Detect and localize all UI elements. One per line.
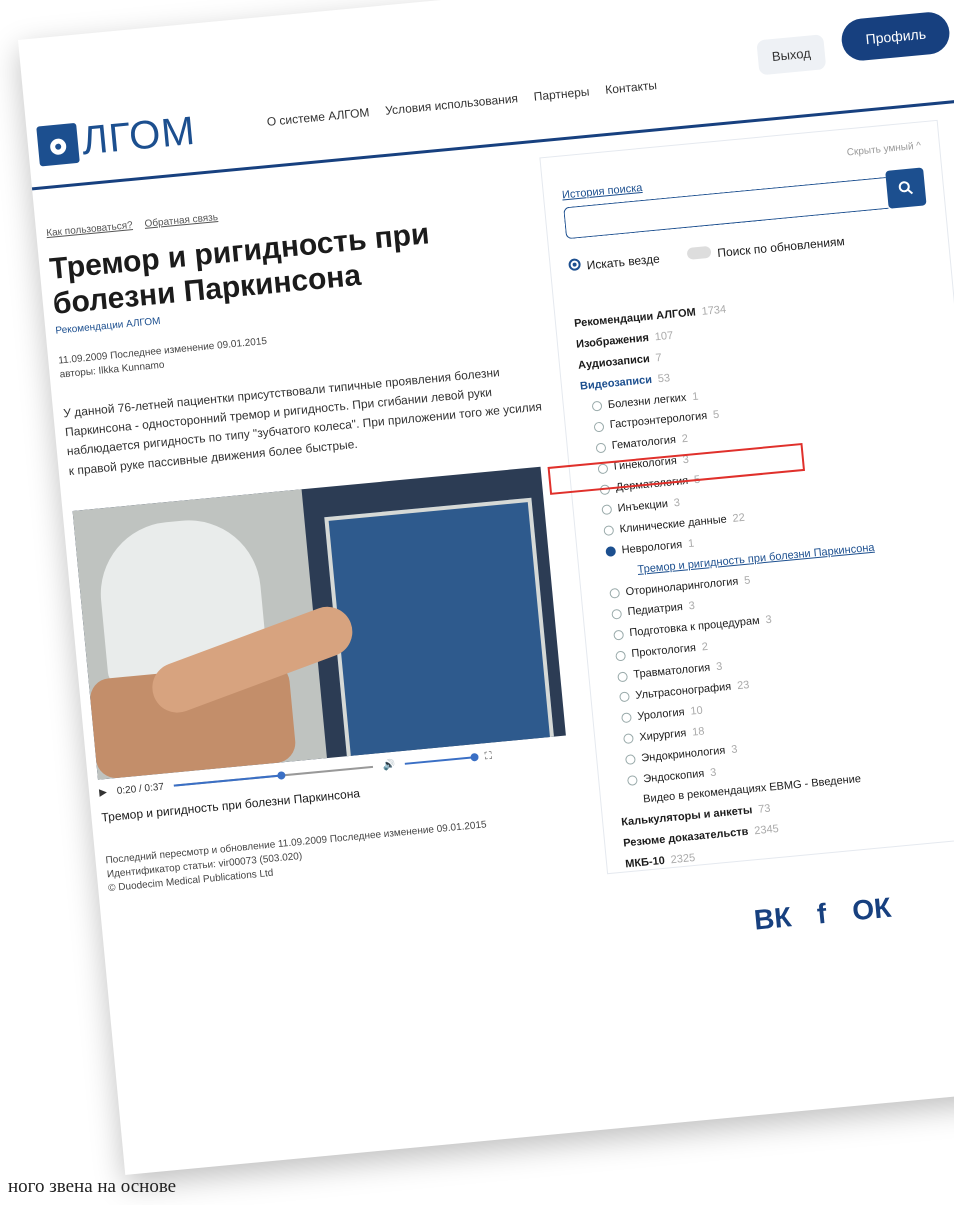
radio-icon: [593, 421, 605, 433]
search-everywhere-radio[interactable]: Искать везде: [568, 251, 660, 275]
video-player[interactable]: [72, 466, 566, 780]
category-label: МКБ-10: [624, 854, 666, 871]
search-everywhere-label: Искать везде: [586, 251, 661, 273]
nav-about[interactable]: О системе АЛГОМ: [266, 105, 370, 129]
subcategory-count: 2: [701, 641, 709, 654]
page-mockup: ЛГОМ О системе АЛГОМ Условия использован…: [0, 0, 954, 1205]
fullscreen-icon[interactable]: ⛶: [484, 750, 492, 762]
profile-button[interactable]: Профиль: [839, 10, 952, 63]
category-count: 73: [757, 802, 772, 817]
category-list: Рекомендации АЛГОМ 1734 Изображения 107 Ау…: [573, 280, 954, 876]
category-count: 1734: [701, 303, 727, 318]
category-count: 2325: [670, 852, 696, 867]
nav-contacts[interactable]: Контакты: [605, 78, 658, 97]
article: Как пользоваться? Обратная связь Тремор …: [46, 183, 587, 896]
radio-checked-icon: [568, 258, 582, 272]
subcategory-count: 3: [715, 660, 723, 674]
logo-text: ЛГОМ: [79, 108, 198, 164]
volume-slider[interactable]: [405, 753, 480, 766]
article-description: У данной 76-летней пациентки присутствов…: [62, 365, 543, 478]
radio-icon: [613, 629, 625, 641]
video-subcategories: Оториноларингология 5 Педиатрия 3 Подготовка…: [599, 550, 954, 792]
social-links: ВК f ОК: [753, 892, 893, 937]
radio-icon: [611, 608, 623, 620]
search-updates-toggle[interactable]: Поиск по обновлениям: [686, 233, 846, 263]
radio-icon: [595, 442, 607, 454]
logo[interactable]: ЛГОМ: [36, 109, 198, 169]
odnoklassniki-icon[interactable]: ОК: [851, 892, 893, 928]
subcategory-count: 2: [681, 433, 689, 446]
subcategory-count: 3: [709, 766, 717, 779]
logout-button[interactable]: Выход: [756, 34, 827, 76]
radio-icon: [615, 650, 627, 662]
subcategory-count: 1: [691, 390, 699, 403]
radio-icon: [603, 525, 615, 537]
search-sidebar: Скрыть умный ^ История поиска Искать вез…: [539, 119, 954, 876]
article-footer-meta: Последний пересмотр и обновление 11.09.2…: [105, 809, 587, 896]
facebook-icon[interactable]: f: [816, 898, 828, 931]
volume-thumb[interactable]: [470, 753, 480, 762]
category-count: 2345: [753, 823, 780, 838]
video-progress-thumb[interactable]: [277, 771, 286, 781]
radio-icon: [619, 691, 630, 703]
subcategory-count: 18: [691, 725, 706, 739]
category-label: Аудиозаписи: [577, 352, 651, 372]
search-button[interactable]: [885, 167, 927, 209]
nav-terms[interactable]: Условия использования: [385, 91, 519, 117]
play-icon[interactable]: ▶: [99, 787, 108, 799]
volume-icon[interactable]: 🔊: [382, 759, 395, 771]
subcategory-count: 23: [736, 679, 750, 693]
radio-icon: [609, 587, 621, 599]
radio-icon: [624, 754, 636, 766]
feedback-link[interactable]: Обратная связь: [144, 212, 218, 230]
website-card: ЛГОМ О системе АЛГОМ Условия использован…: [18, 0, 954, 1175]
subcategory-count: 22: [732, 511, 746, 525]
vk-icon[interactable]: ВК: [753, 901, 793, 936]
category-label: Видеозаписи: [579, 373, 653, 393]
radio-icon: [626, 775, 638, 786]
category-count: 7: [655, 351, 663, 365]
search-icon: [898, 181, 914, 195]
radio-icon: [591, 400, 603, 412]
video-frame-door: [324, 497, 555, 764]
subcategory-count: 3: [765, 614, 773, 627]
subcategory-count: 3: [730, 743, 738, 756]
subcategory-count: 1: [687, 537, 695, 550]
top-nav: О системе АЛГОМ Условия использования Па…: [266, 78, 657, 129]
video-progress-fill: [173, 774, 282, 787]
video-time: 0:20 / 0:37: [116, 781, 165, 797]
toggle-icon: [686, 245, 712, 260]
subcategory-count: 3: [673, 496, 681, 510]
search-updates-label: Поиск по обновлениям: [716, 234, 846, 261]
category-label: Изображения: [575, 331, 650, 351]
subcategory-count: 10: [689, 704, 704, 718]
bottom-cut-text: ного звена на основе: [8, 1176, 177, 1197]
subcategory-count: 5: [712, 409, 720, 422]
category-count: 107: [654, 329, 674, 344]
how-to-use-link[interactable]: Как пользоваться?: [46, 220, 133, 239]
category-count: 53: [657, 371, 671, 385]
subcategory-count: 3: [688, 600, 696, 613]
subcategory-count: 5: [743, 574, 751, 587]
radio-icon: [601, 504, 613, 516]
radio-icon: [623, 733, 634, 745]
radio-icon: [617, 671, 629, 682]
nav-partners[interactable]: Партнеры: [533, 84, 590, 103]
logo-mark-icon: [36, 122, 80, 166]
radio-checked-icon: [605, 546, 617, 558]
radio-icon: [621, 712, 632, 724]
